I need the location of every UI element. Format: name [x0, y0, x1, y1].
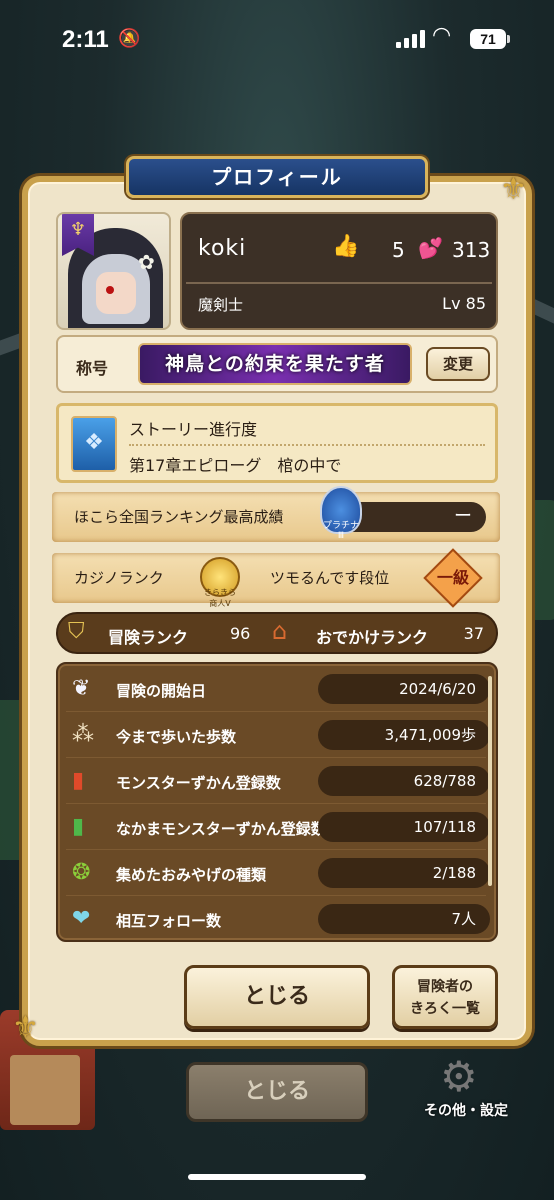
casino-rank-row: カジノランク きらきら商人Ⅴ ツモるんです段位 一級	[52, 548, 500, 608]
title-plate: 神鳥との約束を果たす者	[138, 343, 412, 385]
cellular-signal-icon	[396, 30, 425, 48]
house-icon: ⌂	[272, 617, 288, 645]
player-job: 魔剣士	[198, 296, 244, 314]
casino-label: カジノランク	[74, 569, 164, 587]
change-title-button[interactable]: 変更	[426, 347, 490, 381]
home-indicator[interactable]	[188, 1174, 366, 1180]
list-item: ❂ 集めたおみやげの種類 2/188	[66, 850, 490, 896]
stat-label: なかまモンスターずかん登録数	[116, 820, 326, 838]
stat-value: 3,471,009歩	[318, 720, 490, 750]
platinum-badge-icon: プラチナⅢ	[320, 486, 362, 541]
close-button[interactable]: とじる	[184, 965, 370, 1029]
avatar[interactable]: ✿ ♆	[56, 212, 171, 330]
hokora-ranking-row: ほこら全国ランキング最高成績 ー プラチナⅢ	[52, 486, 500, 542]
stat-value: 2024/6/20	[318, 674, 490, 704]
dan-badge-icon: 一級	[423, 548, 483, 608]
stats-list[interactable]: ❦ 冒険の開始日 2024/6/20 ⁂ 今まで歩いた歩数 3,471,009歩…	[56, 662, 498, 942]
panel-title: プロフィール	[126, 156, 428, 198]
dan-label: 一級	[436, 568, 469, 587]
wing-icon: ❦	[72, 676, 91, 701]
likes-count: 5	[392, 238, 405, 262]
adventurer-log-button[interactable]: 冒険者の きろく一覧	[392, 965, 498, 1029]
status-time: 2:11	[62, 26, 109, 53]
stat-label: 集めたおみやげの種類	[116, 866, 267, 884]
hearts-icon: 💕	[418, 236, 443, 260]
story-chapter: 第17章エピローグ 棺の中で	[129, 456, 342, 475]
player-name: koki	[198, 236, 247, 261]
stats-scrollbar[interactable]	[488, 676, 492, 886]
shield-icon: ⛉	[68, 619, 85, 644]
battery-icon: 71	[470, 29, 510, 49]
avatar-eye	[106, 286, 114, 294]
list-item: ❦ 冒険の開始日 2024/6/20	[66, 666, 490, 712]
background-close-button[interactable]: とじる	[186, 1062, 368, 1122]
thumbs-up-icon: 👍	[332, 234, 360, 259]
outing-rank-value: 37	[463, 624, 484, 643]
stat-label: モンスターずかん登録数	[116, 774, 281, 792]
stat-label: 今まで歩いた歩数	[116, 728, 237, 746]
avatar-face	[96, 272, 136, 314]
gear-icon[interactable]: ⚙	[440, 1052, 478, 1101]
rank-bar: ⛉ 冒険ランク 96 ⌂ おでかけランク 37	[56, 612, 498, 654]
hokora-label: ほこら全国ランキング最高成績	[74, 508, 284, 526]
divider	[186, 282, 492, 284]
stat-label: 冒険の開始日	[116, 682, 207, 700]
status-bar: 2:11 🔕 ◠ 71	[0, 0, 554, 90]
player-info-box: koki 👍 5 💕 313 魔剣士 Lv 85	[180, 212, 498, 330]
adventure-rank-label: 冒険ランク	[108, 628, 189, 647]
flower-icon: ✿	[138, 250, 155, 274]
adventurer-log-label: 冒険者の きろく一覧	[410, 979, 480, 1017]
list-item: ▮ なかまモンスターずかん登録数 107/118	[66, 804, 490, 850]
stat-value: 628/788	[318, 766, 490, 796]
list-item: ▮ モンスターずかん登録数 628/788	[66, 758, 490, 804]
casino-coin-icon: きらきら商人Ⅴ	[200, 557, 240, 608]
wifi-icon: ◠	[432, 22, 452, 47]
corner-ornament-icon: ⚜	[12, 1010, 39, 1045]
list-item: ⁂ 今まで歩いた歩数 3,471,009歩	[66, 712, 490, 758]
monster-book-icon: ▮	[72, 768, 85, 793]
story-book-icon: ❖	[71, 416, 117, 472]
title-row: 称号 神鳥との約束を果たす者 変更	[56, 335, 498, 393]
outing-rank-label: おでかけランク	[316, 628, 429, 647]
story-heading: ストーリー進行度	[129, 420, 258, 439]
story-progress: ❖ ストーリー進行度 第17章エピローグ 棺の中で	[56, 403, 498, 483]
casino-rank-name: ツモるんです段位	[270, 569, 390, 587]
footprints-icon: ⁂	[72, 722, 94, 747]
title-label: 称号	[76, 359, 109, 378]
dotted-divider	[129, 444, 485, 446]
souvenir-icon: ❂	[72, 860, 91, 885]
list-item: ❤ 相互フォロー数 7人	[66, 896, 490, 942]
adventure-rank-value: 96	[230, 624, 251, 643]
player-level: Lv 85	[442, 294, 486, 313]
ally-book-icon: ▮	[72, 814, 85, 839]
corner-ornament-icon: ⚜	[500, 172, 527, 207]
stat-value: 7人	[318, 904, 490, 934]
settings-label[interactable]: その他・設定	[424, 1100, 508, 1120]
handshake-icon: ❤	[72, 906, 91, 931]
stat-value: 107/118	[318, 812, 490, 842]
stat-label: 相互フォロー数	[116, 912, 222, 930]
silent-bell-icon: 🔕	[118, 28, 141, 48]
hearts-count: 313	[452, 238, 491, 262]
stat-value: 2/188	[318, 858, 490, 888]
